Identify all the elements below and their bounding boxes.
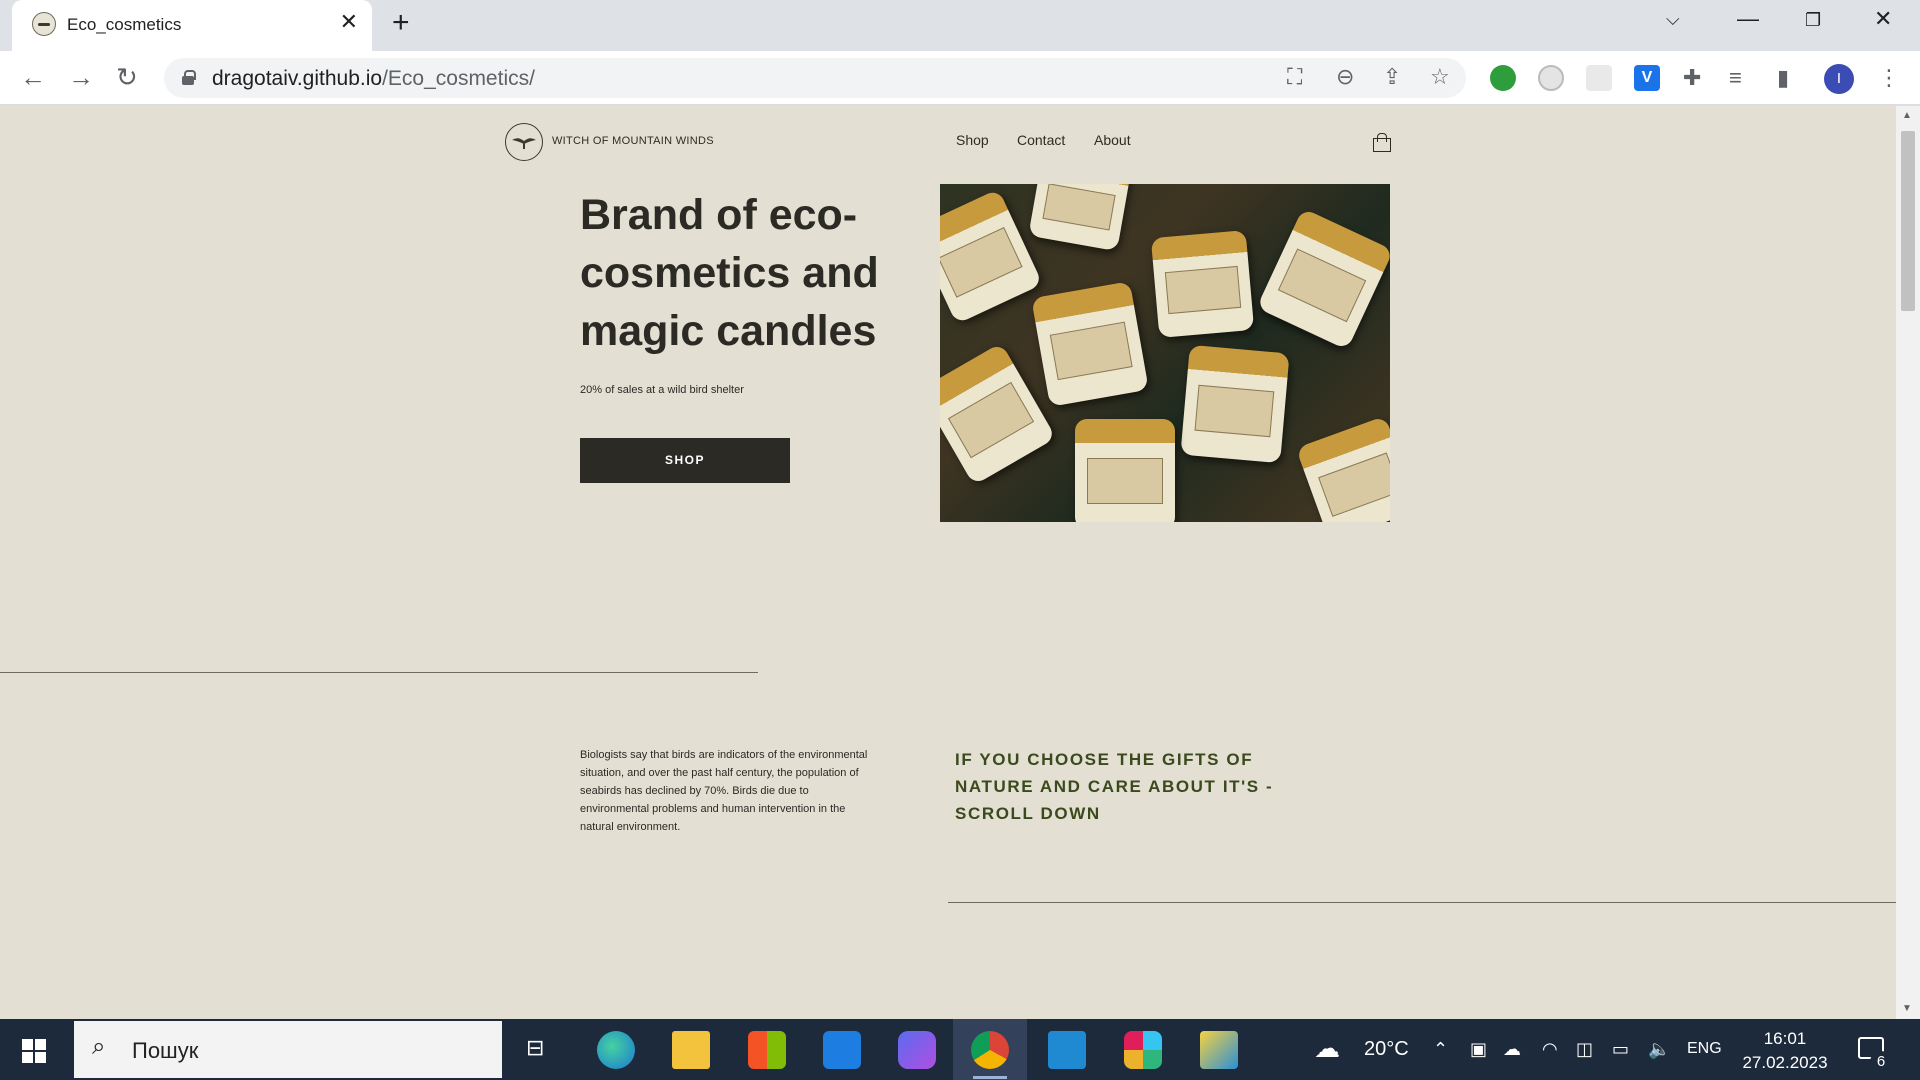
close-tab-icon[interactable]: ✕ <box>340 11 358 33</box>
zoom-out-icon[interactable]: ⊖ <box>1336 66 1354 88</box>
jar <box>1150 230 1255 338</box>
windows-taskbar: ⌕ Пошук ⊟ ☁ 20°C ⌃ ▣ ☁ ◠ ◫ ▭ 🔈 ENG 16:01… <box>0 1019 1920 1080</box>
scroll-up-icon[interactable]: ▲ <box>1902 110 1912 121</box>
lock-icon[interactable] <box>182 70 196 85</box>
volume-icon[interactable]: 🔈 <box>1648 1039 1670 1060</box>
web-page: WITCH OF MOUNTAIN WINDS Shop Contact Abo… <box>0 106 1896 1019</box>
input-language[interactable]: ENG <box>1687 1040 1722 1058</box>
menu-kebab-icon[interactable]: ⋮ <box>1878 67 1900 89</box>
browser-tab-bar: Eco_cosmetics ✕ + ⌵ — ❐ ✕ <box>0 0 1920 51</box>
browser-tab[interactable]: Eco_cosmetics ✕ <box>12 0 372 51</box>
wifi-icon[interactable]: ◠ <box>1542 1039 1558 1060</box>
meet-now-icon[interactable]: ▣ <box>1470 1039 1487 1060</box>
jar <box>1028 184 1132 252</box>
section-divider <box>0 672 758 673</box>
profile-avatar[interactable]: I <box>1824 64 1854 94</box>
nav-about-link[interactable]: About <box>1094 132 1131 148</box>
jar <box>1295 415 1390 522</box>
tab-search-icon[interactable]: ⌵ <box>1666 10 1680 28</box>
jar <box>940 188 1043 325</box>
jar <box>940 342 1057 486</box>
search-icon: ⌕ <box>92 1033 106 1060</box>
reload-icon[interactable]: ↻ <box>116 64 138 90</box>
browser-toolbar: ← → ↻ dragotaiv.github.io/Eco_cosmetics/… <box>0 51 1920 105</box>
scroll-thumb[interactable] <box>1901 131 1915 311</box>
active-app-indicator <box>973 1076 1007 1079</box>
show-hidden-icons-icon[interactable]: ⌃ <box>1433 1039 1448 1060</box>
clock-time: 16:01 <box>1763 1029 1807 1048</box>
jar <box>1031 281 1149 407</box>
notification-count-badge: 6 <box>1870 1051 1892 1073</box>
close-window-icon[interactable]: ✕ <box>1874 8 1892 30</box>
jar <box>1256 208 1390 350</box>
restore-icon[interactable]: ❐ <box>1805 11 1821 29</box>
mail-icon[interactable] <box>823 1031 861 1069</box>
system-clock[interactable]: 16:01 27.02.2023 <box>1740 1027 1830 1075</box>
brand-logo-icon[interactable] <box>505 123 543 161</box>
onedrive-cloud-icon[interactable]: ☁ <box>1503 1039 1521 1060</box>
edge-browser-icon[interactable] <box>597 1031 635 1069</box>
tab-title: Eco_cosmetics <box>67 15 182 34</box>
jar <box>1180 344 1290 464</box>
jar <box>1075 419 1175 522</box>
page-scrollbar[interactable]: ▲ ▼ <box>1896 106 1920 1019</box>
translate-icon[interactable]: ⛶ <box>1287 66 1302 88</box>
nav-contact-link[interactable]: Contact <box>1017 132 1065 148</box>
weather-cloud-icon[interactable]: ☁ <box>1314 1033 1340 1064</box>
microsoft-store-icon[interactable] <box>748 1031 786 1069</box>
scroll-down-callout: IF YOU CHOOSE THE GIFTS OF NATURE AND CA… <box>955 750 1274 823</box>
side-panel-icon[interactable]: ▮ <box>1777 67 1789 89</box>
back-icon[interactable]: ← <box>20 64 46 90</box>
url-text[interactable]: dragotaiv.github.io/Eco_cosmetics/ <box>212 67 535 91</box>
site-favicon-icon <box>32 12 56 36</box>
forward-icon[interactable]: → <box>68 64 94 90</box>
section-divider <box>948 902 1896 903</box>
slack-icon[interactable] <box>1124 1031 1162 1069</box>
bird-info-text: Biologists say that birds are indicators… <box>580 749 868 833</box>
hero-title: Brand of eco-cosmetics and magic candles <box>580 191 879 355</box>
extension-circle-icon[interactable] <box>1538 65 1564 91</box>
shop-button[interactable]: SHOP <box>580 438 790 483</box>
clock-date: 27.02.2023 <box>1742 1053 1828 1072</box>
search-placeholder: Пошук <box>132 1038 199 1063</box>
nav-shop-link[interactable]: Shop <box>956 132 989 148</box>
scroll-down-icon[interactable]: ▼ <box>1902 1003 1912 1014</box>
bookmark-star-icon[interactable]: ☆ <box>1430 66 1450 88</box>
minimize-icon[interactable]: — <box>1737 8 1759 30</box>
chrome-browser-icon[interactable] <box>971 1031 1009 1069</box>
vpn-icon[interactable]: ◫ <box>1576 1039 1593 1060</box>
weather-temperature[interactable]: 20°C <box>1364 1038 1409 1061</box>
media-playlist-icon[interactable]: ≡ <box>1729 67 1742 89</box>
file-explorer-icon[interactable] <box>672 1031 710 1069</box>
copilot-app-icon[interactable] <box>898 1031 936 1069</box>
address-bar[interactable]: dragotaiv.github.io/Eco_cosmetics/ ⛶ ⊖ ⇪… <box>164 58 1466 98</box>
extension-se-icon[interactable] <box>1490 65 1516 91</box>
taskbar-search-box[interactable]: ⌕ Пошук <box>74 1021 502 1078</box>
hero-product-image <box>940 184 1390 522</box>
vscode-icon[interactable] <box>1048 1031 1086 1069</box>
new-tab-icon[interactable]: + <box>392 8 410 38</box>
hero-subtitle: 20% of sales at a wild bird shelter <box>580 384 744 396</box>
windows-start-icon[interactable] <box>22 1039 46 1063</box>
extensions-puzzle-icon[interactable]: ✚ <box>1683 67 1701 89</box>
shopping-bag-icon[interactable] <box>1373 133 1391 152</box>
share-icon[interactable]: ⇪ <box>1383 66 1401 88</box>
task-view-icon[interactable]: ⊟ <box>526 1035 544 1061</box>
folder-app-icon[interactable] <box>1200 1031 1238 1069</box>
extension-v-icon[interactable]: V <box>1634 65 1660 91</box>
battery-icon[interactable]: ▭ <box>1612 1039 1629 1060</box>
brand-name[interactable]: WITCH OF MOUNTAIN WINDS <box>552 135 714 147</box>
extension-grid-icon[interactable] <box>1586 65 1612 91</box>
